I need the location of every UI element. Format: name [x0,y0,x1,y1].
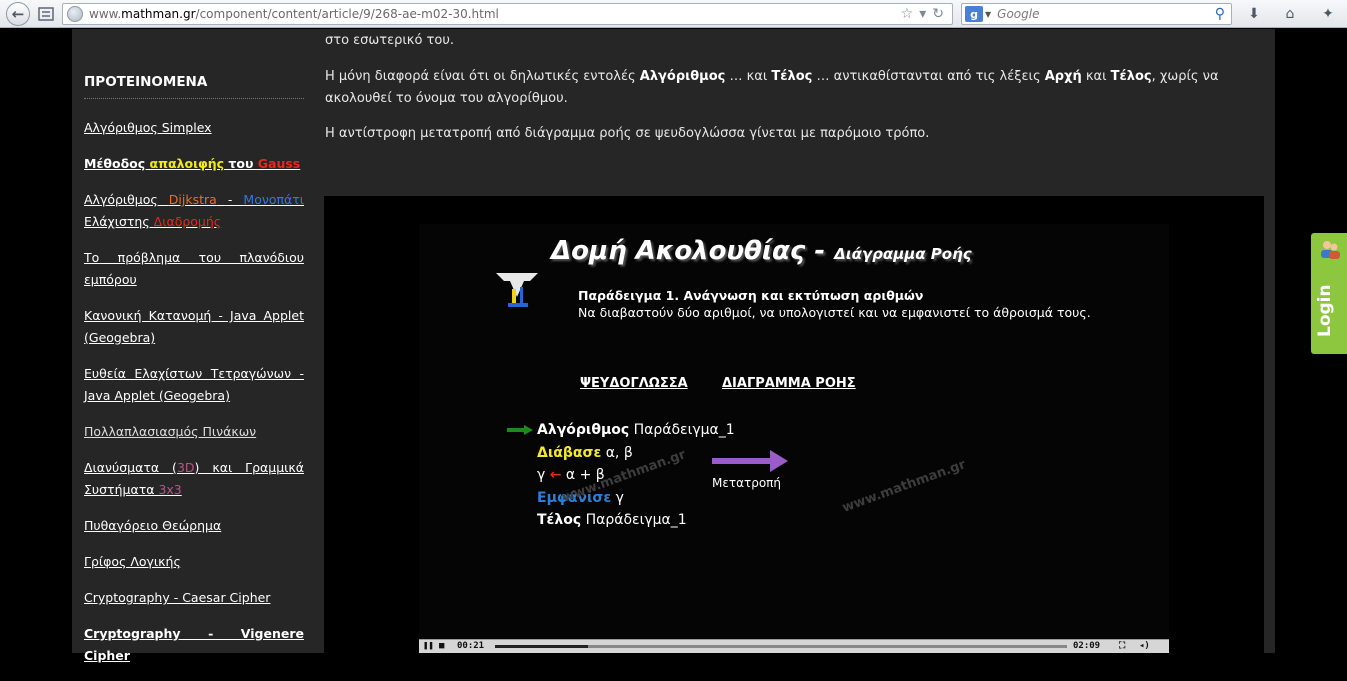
back-arrow-icon: ← [11,5,25,23]
video-controls: ❚❚ ■ 00:21 02:09 ⛶ ◂) [419,639,1169,653]
reload-icon[interactable]: ↻ [932,6,944,22]
dropdown-icon[interactable]: ▾ [919,6,926,22]
users-icon [1321,241,1340,259]
google-logo-icon[interactable]: g [965,6,983,22]
paragraph-1: Η μόνη διαφορά είναι ότι οι δηλωτικές εν… [325,69,1219,106]
globe-icon [67,6,83,22]
sidebar-link-logic[interactable]: Γρίφος Λογικής [84,551,304,573]
sidebar-list: Αλγόριθμος Simplex Μέθοδος απαλοιφής του… [84,117,304,681]
code-line-5: Τέλος Παράδειγμα_1 [537,512,687,528]
list-icon [38,7,54,21]
sidebar-link-matrix[interactable]: Πολλαπλασιασμός Πινάκων [84,421,304,443]
sidebar-link-tsp[interactable]: Το πρόβλημα του πλανόδιου εμπόρου [84,247,304,291]
code-line-2: Διάβασε α, β [537,444,633,461]
pseudocode-heading: ΨΕΥΔΟΓΛΩΣΣΑ [580,376,688,391]
pause-icon[interactable]: ❚❚ [423,641,434,651]
sidebar-link-dijkstra[interactable]: Αλγόριθμος Dijkstra - Μονοπάτι Ελάχιστης… [84,189,304,233]
convert-label: Μετατροπή [712,476,781,490]
sidebar-link-simplex[interactable]: Αλγόριθμος Simplex [84,117,304,139]
video-player[interactable]: Δομή Ακολουθίας - Διάγραμμα Ροής Παράδει… [324,196,1264,653]
sidebar-link-vigenere[interactable]: Cryptography - Vigenere Cipher [84,623,304,667]
code-line-1: Αλγόριθμος Παράδειγμα_1 [537,422,735,438]
sidebar-link-normal[interactable]: Κανονική Κατανομή - Java Applet (Geogebr… [84,305,304,349]
sidebar-link-vectors[interactable]: Διανύσματα (3D) και Γραμμικά Συστήματα 3… [84,457,304,501]
sidebar-link-least-squares[interactable]: Ευθεία Ελαχίστων Τετραγώνων - Java Apple… [84,363,304,407]
paragraph-2: Η αντίστροφη μετατροπή από διάγραμμα ροή… [325,126,930,141]
search-input[interactable]: Google [997,7,1039,21]
login-label: Login [1315,284,1335,337]
flowchart-heading: ΔΙΑΓΡΑΜΜΑ ΡΟΗΣ [722,376,856,391]
sidebar-link-caesar[interactable]: Cryptography - Caesar Cipher [84,587,304,609]
convert-arrow-icon [712,450,788,472]
stop-icon[interactable]: ■ [439,641,444,651]
login-tab[interactable]: Login [1311,233,1347,354]
current-time: 00:21 [457,641,485,651]
url-prefix: www. [89,7,122,21]
article-content: στο εσωτερικό του. Η μόνη διαφορά είναι … [322,29,1275,653]
addon-icon[interactable]: ✦ [1318,4,1338,24]
watermark: www.mathman.gr [840,457,968,516]
sidebar: ΠΡΟΤΕΙΝΟΜΕΝΑ Αλγόριθμος Simplex Μέθοδος … [72,29,322,663]
search-bar[interactable]: g ▼ Google ⚲ [961,3,1232,25]
url-path: /component/content/article/9/268-ae-m02-… [195,7,499,21]
total-time: 02:09 [1073,641,1101,651]
fullscreen-icon[interactable]: ⛶ [1119,641,1125,651]
paragraph-0: στο εσωτερικό του. [325,33,454,48]
back-button[interactable]: ← [6,2,30,26]
progress-slider[interactable] [495,645,1067,648]
video-slide: Δομή Ακολουθίας - Διάγραμμα Ροής Παράδει… [419,224,1169,639]
url-host: mathman.gr [121,7,196,21]
volume-icon[interactable]: ◂) [1139,641,1150,651]
example-title: Παράδειγμα 1. Ανάγνωση και εκτύπωση αριθ… [578,288,924,303]
green-arrow-icon [507,425,533,435]
slide-title: Δομή Ακολουθίας - Διάγραμμα Ροής [551,236,972,266]
engine-dropdown-icon[interactable]: ▼ [985,10,991,19]
search-icon[interactable]: ⚲ [1215,6,1225,22]
logo-icon [496,273,538,307]
address-bar[interactable]: www. mathman.gr/component/content/article… [62,3,953,25]
bookmark-star-icon[interactable]: ☆ [901,6,914,22]
history-list-button[interactable] [34,2,58,26]
sidebar-link-pythagoras[interactable]: Πυθαγόρειο Θεώρημα [84,515,304,537]
download-icon[interactable]: ⬇ [1244,4,1264,24]
browser-toolbar: ← www. mathman.gr/component/content/artic… [0,0,1347,28]
example-description: Να διαβαστούν δύο αριθμοί, να υπολογιστε… [578,305,1091,320]
home-icon[interactable]: ⌂ [1280,4,1300,24]
progress-fill [495,645,589,648]
sidebar-title: ΠΡΟΤΕΙΝΟΜΕΝΑ [84,74,304,99]
sidebar-link-gauss[interactable]: Μέθοδος απαλοιφής του Gauss [84,153,304,175]
